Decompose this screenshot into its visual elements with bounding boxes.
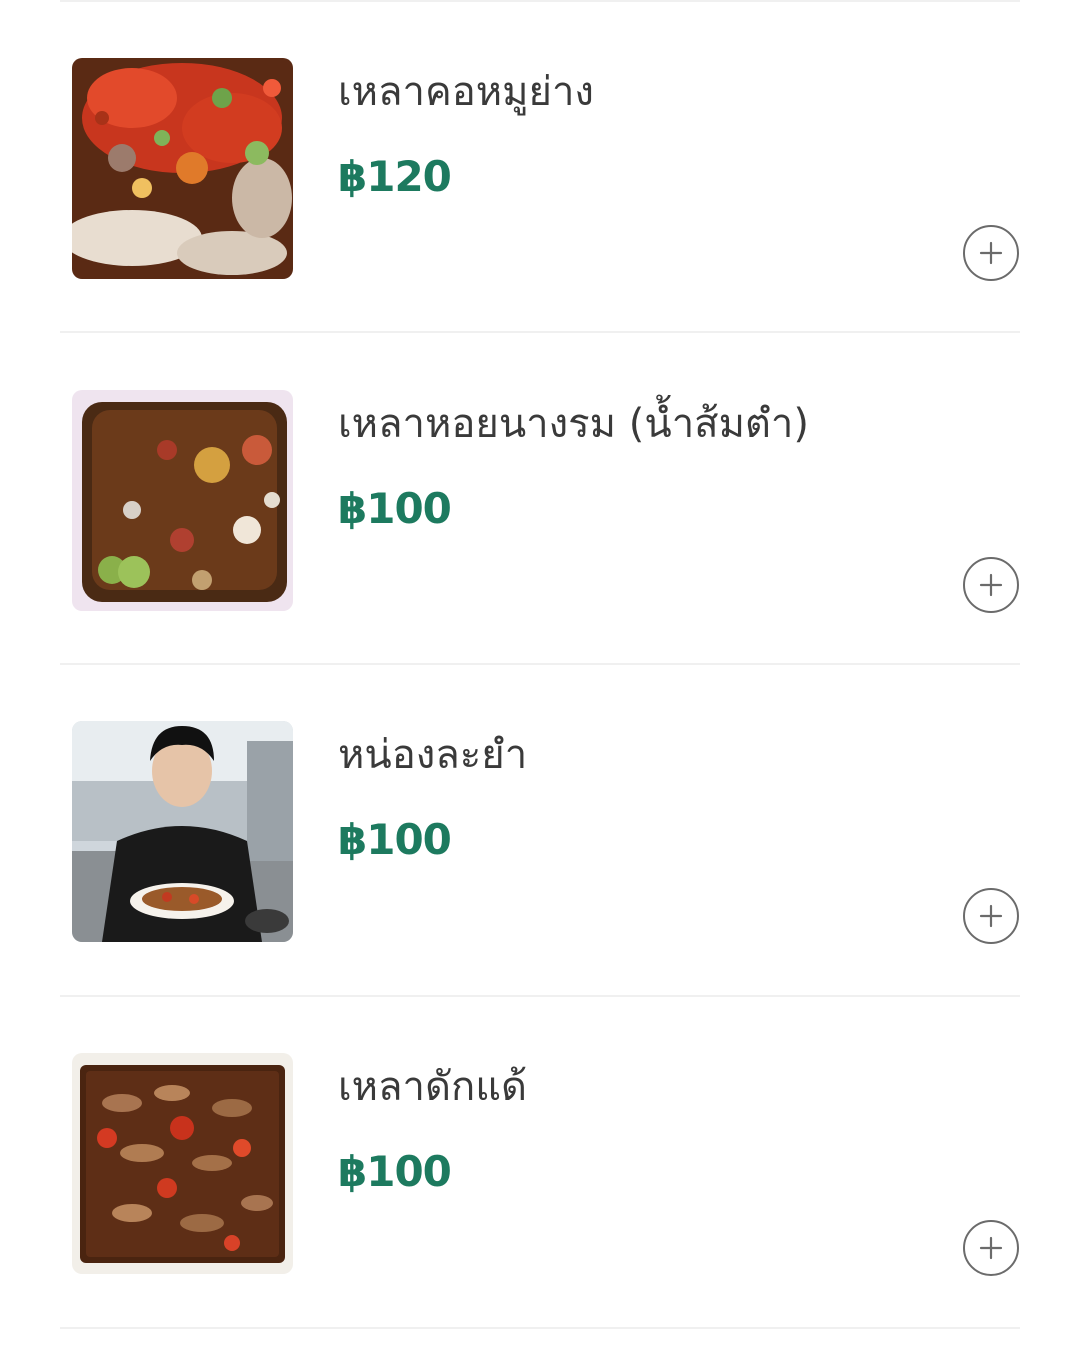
plus-icon — [979, 241, 1003, 265]
item-name: เหลาดักแด้ — [338, 1064, 527, 1110]
item-name: เหลาหอยนางรม (น้ำส้มตำ) — [338, 401, 809, 447]
menu-item[interactable]: เหลาคอหมูย่าง ฿120 — [0, 0, 1080, 330]
add-to-cart-button[interactable] — [963, 225, 1019, 281]
add-to-cart-button[interactable] — [963, 1220, 1019, 1276]
plus-icon — [979, 1236, 1003, 1260]
item-price: ฿100 — [338, 1147, 452, 1196]
add-to-cart-button[interactable] — [963, 888, 1019, 944]
item-price: ฿120 — [338, 152, 452, 201]
food-photo — [72, 721, 293, 942]
item-price: ฿100 — [338, 815, 452, 864]
menu-item[interactable]: เหลาหอยนางรม (น้ำส้มตำ) ฿100 — [0, 332, 1080, 662]
add-to-cart-button[interactable] — [963, 557, 1019, 613]
divider — [60, 1327, 1020, 1329]
menu-item[interactable]: หน่องละยำ ฿100 — [0, 663, 1080, 993]
food-photo — [72, 390, 293, 611]
menu-list: เหลาคอหมูย่าง ฿120 เหลาหอยนางรม (น้ำส้มต… — [0, 0, 1080, 1350]
plus-icon — [979, 573, 1003, 597]
plus-icon — [979, 904, 1003, 928]
food-photo — [72, 58, 293, 279]
item-name: หน่องละยำ — [338, 732, 528, 778]
item-name: เหลาคอหมูย่าง — [338, 69, 594, 115]
item-price: ฿100 — [338, 484, 452, 533]
food-photo — [72, 1053, 293, 1274]
menu-item[interactable]: เหลาดักแด้ ฿100 — [0, 995, 1080, 1325]
